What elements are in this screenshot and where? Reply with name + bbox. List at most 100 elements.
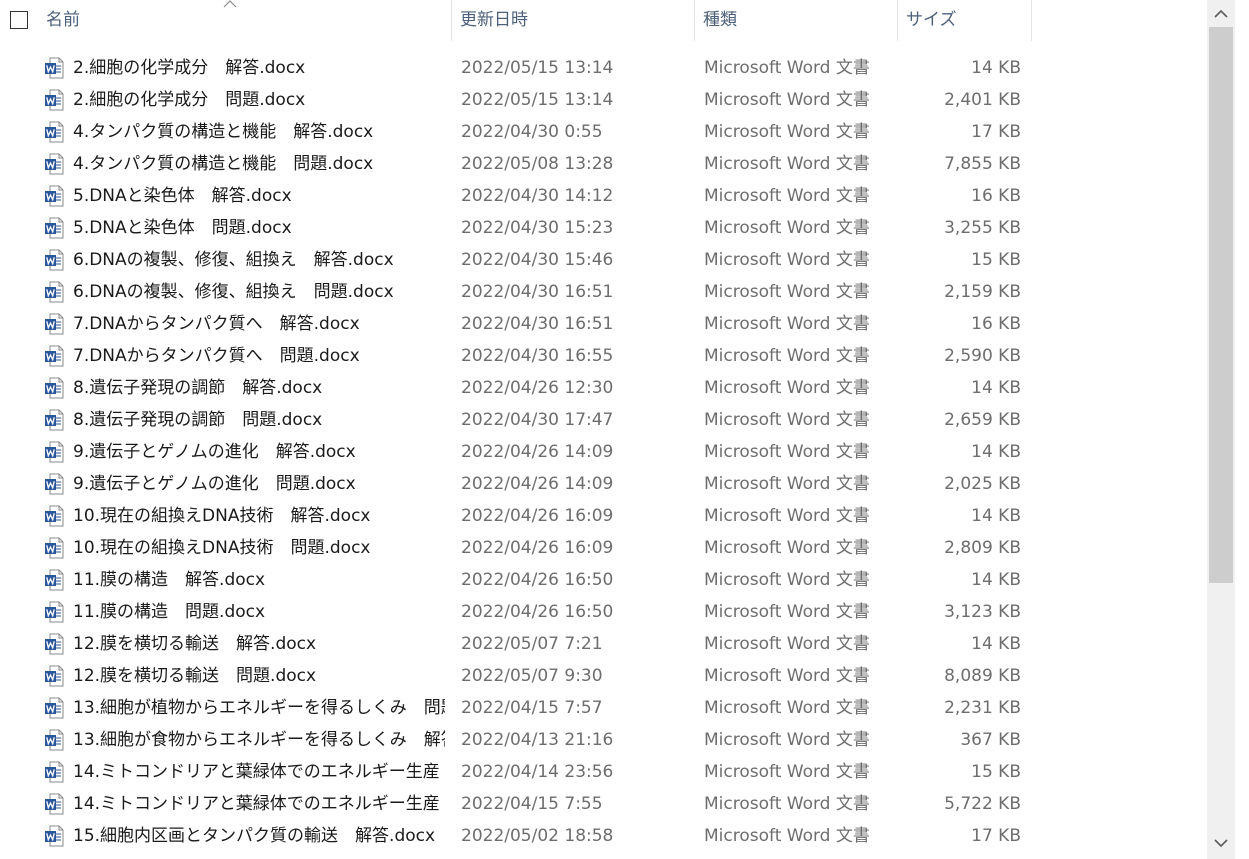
file-size: 2,809 KB [944,538,1021,558]
file-type: Microsoft Word 文書 [704,58,870,78]
file-row[interactable]: 10.現在の組換えDNA技術 問題.docx 2022/04/26 16:09 Mi… [0,532,1207,564]
file-row[interactable]: 8.遺伝子発現の調節 解答.docx 2022/04/26 12:30 Micros… [0,372,1207,404]
file-type: Microsoft Word 文書 [704,282,870,302]
file-row[interactable]: 12.膜を横切る輸送 解答.docx 2022/05/07 7:21 Microso… [0,628,1207,660]
file-type: Microsoft Word 文書 [704,506,870,526]
file-name: 5.DNAと染色体 問題.docx [73,218,292,238]
file-type: Microsoft Word 文書 [704,634,870,654]
file-type: Microsoft Word 文書 [704,346,870,366]
file-type: Microsoft Word 文書 [704,698,870,718]
file-name: 4.タンパク質の構造と機能 問題.docx [73,154,374,174]
file-name: 5.DNAと染色体 解答.docx [73,186,292,206]
file-row[interactable]: 2.細胞の化学成分 問題.docx 2022/05/15 13:14 Microso… [0,84,1207,116]
file-row[interactable]: 2.細胞の化学成分 解答.docx 2022/05/15 13:14 Microso… [0,52,1207,84]
file-type: Microsoft Word 文書 [704,538,870,558]
file-modified-date: 2022/04/30 16:51 [461,314,614,334]
file-name: 13.細胞が植物からエネルギーを得るしくみ 問題.... [73,698,445,718]
file-modified-date: 2022/04/30 14:12 [461,186,614,206]
file-row[interactable]: 15.細胞内区画とタンパク質の輸送 解答.docx 2022/05/02 18:5… [0,820,1207,852]
file-row[interactable]: 14.ミトコンドリアと葉緑体でのエネルギー生産 問... 2022/04/15 7… [0,788,1207,820]
file-row[interactable]: 13.細胞が食物からエネルギーを得るしくみ 解答.... 2022/04/13 2… [0,724,1207,756]
file-size: 16 KB [971,314,1021,334]
file-row[interactable]: 11.膜の構造 問題.docx 2022/04/26 16:50 Microsoft… [0,596,1207,628]
file-modified-date: 2022/04/26 16:50 [461,570,614,590]
file-type: Microsoft Word 文書 [704,218,870,238]
chevron-down-icon[interactable] [1207,831,1235,857]
file-modified-date: 2022/05/08 13:28 [461,154,614,174]
file-size: 8,089 KB [944,666,1021,686]
word-document-icon [45,153,64,175]
file-name: 6.DNAの複製、修復、組換え 解答.docx [73,250,394,270]
file-name: 12.膜を横切る輸送 解答.docx [73,634,317,654]
file-row[interactable]: 5.DNAと染色体 解答.docx 2022/04/30 14:12 Microso… [0,180,1207,212]
file-modified-date: 2022/04/26 16:09 [461,538,614,558]
file-name: 7.DNAからタンパク質へ 解答.docx [73,314,360,334]
column-header-type[interactable]: 種類 [695,0,898,41]
file-type: Microsoft Word 文書 [704,410,870,430]
word-document-icon [45,121,64,143]
column-header-type-label: 種類 [703,10,737,30]
file-name: 14.ミトコンドリアと葉緑体でのエネルギー生産 問... [73,794,445,814]
file-size: 14 KB [971,58,1021,78]
file-modified-date: 2022/04/30 16:55 [461,346,614,366]
word-document-icon [45,633,64,655]
file-name: 6.DNAの複製、修復、組換え 問題.docx [73,282,394,302]
file-modified-date: 2022/04/26 14:09 [461,442,614,462]
file-row[interactable]: 7.DNAからタンパク質へ 解答.docx 2022/04/30 16:51 Mic… [0,308,1207,340]
file-explorer-list-view: 名前 更新日時 種類 サイズ 2.細胞の化学成分 解答.docx 2022/05/… [0,0,1249,859]
file-size: 2,025 KB [944,474,1021,494]
file-row[interactable]: 11.膜の構造 解答.docx 2022/04/26 16:50 Microsoft… [0,564,1207,596]
file-modified-date: 2022/05/07 9:30 [461,666,603,686]
column-header-size[interactable]: サイズ [898,0,1032,41]
scrollbar-thumb[interactable] [1209,27,1233,583]
file-row[interactable]: 4.タンパク質の構造と機能 解答.docx 2022/04/30 0:55 Micr… [0,116,1207,148]
file-modified-date: 2022/04/30 15:46 [461,250,614,270]
vertical-scrollbar[interactable] [1207,0,1235,859]
word-document-icon [45,377,64,399]
word-document-icon [45,57,64,79]
select-all-checkbox[interactable] [10,11,28,29]
chevron-up-icon[interactable] [1207,0,1235,26]
file-type: Microsoft Word 文書 [704,762,870,782]
file-size: 14 KB [971,378,1021,398]
file-row[interactable]: 6.DNAの複製、修復、組換え 問題.docx 2022/04/30 16:51 M… [0,276,1207,308]
file-row[interactable]: 13.細胞が植物からエネルギーを得るしくみ 問題.... 2022/04/15 7… [0,692,1207,724]
file-size: 14 KB [971,506,1021,526]
file-modified-date: 2022/04/30 16:51 [461,282,614,302]
file-modified-date: 2022/04/30 0:55 [461,122,603,142]
file-row[interactable]: 14.ミトコンドリアと葉緑体でのエネルギー生産 解... 2022/04/14 2… [0,756,1207,788]
word-document-icon [45,569,64,591]
file-row[interactable]: 7.DNAからタンパク質へ 問題.docx 2022/04/30 16:55 Mic… [0,340,1207,372]
file-type: Microsoft Word 文書 [704,186,870,206]
file-name: 12.膜を横切る輸送 問題.docx [73,666,317,686]
column-header-name[interactable]: 名前 [38,0,452,41]
file-name: 7.DNAからタンパク質へ 問題.docx [73,346,360,366]
file-type: Microsoft Word 文書 [704,314,870,334]
file-size: 15 KB [971,762,1021,782]
file-name: 15.細胞内区画とタンパク質の輸送 解答.docx [73,826,436,846]
file-row[interactable]: 10.現在の組換えDNA技術 解答.docx 2022/04/26 16:09 Mi… [0,500,1207,532]
file-row[interactable]: 12.膜を横切る輸送 問題.docx 2022/05/07 9:30 Microso… [0,660,1207,692]
file-modified-date: 2022/04/15 7:55 [461,794,603,814]
file-row[interactable]: 8.遺伝子発現の調節 問題.docx 2022/04/30 17:47 Micros… [0,404,1207,436]
file-modified-date: 2022/05/15 13:14 [461,90,614,110]
word-document-icon [45,345,64,367]
file-row[interactable]: 6.DNAの複製、修復、組換え 解答.docx 2022/04/30 15:46 M… [0,244,1207,276]
file-row[interactable]: 9.遺伝子とゲノムの進化 解答.docx 2022/04/26 14:09 Micr… [0,436,1207,468]
file-name: 8.遺伝子発現の調節 問題.docx [73,410,323,430]
file-modified-date: 2022/04/26 14:09 [461,474,614,494]
word-document-icon [45,601,64,623]
column-header-size-label: サイズ [906,10,957,30]
file-modified-date: 2022/05/15 13:14 [461,58,614,78]
file-row[interactable]: 4.タンパク質の構造と機能 問題.docx 2022/05/08 13:28 Mic… [0,148,1207,180]
file-row[interactable]: 5.DNAと染色体 問題.docx 2022/04/30 15:23 Microso… [0,212,1207,244]
file-row[interactable]: 9.遺伝子とゲノムの進化 問題.docx 2022/04/26 14:09 Micr… [0,468,1207,500]
file-modified-date: 2022/04/30 15:23 [461,218,614,238]
column-header-date[interactable]: 更新日時 [452,0,695,41]
word-document-icon [45,281,64,303]
file-size: 2,401 KB [944,90,1021,110]
word-document-icon [45,89,64,111]
file-type: Microsoft Word 文書 [704,442,870,462]
word-document-icon [45,793,64,815]
file-name: 2.細胞の化学成分 問題.docx [73,90,306,110]
